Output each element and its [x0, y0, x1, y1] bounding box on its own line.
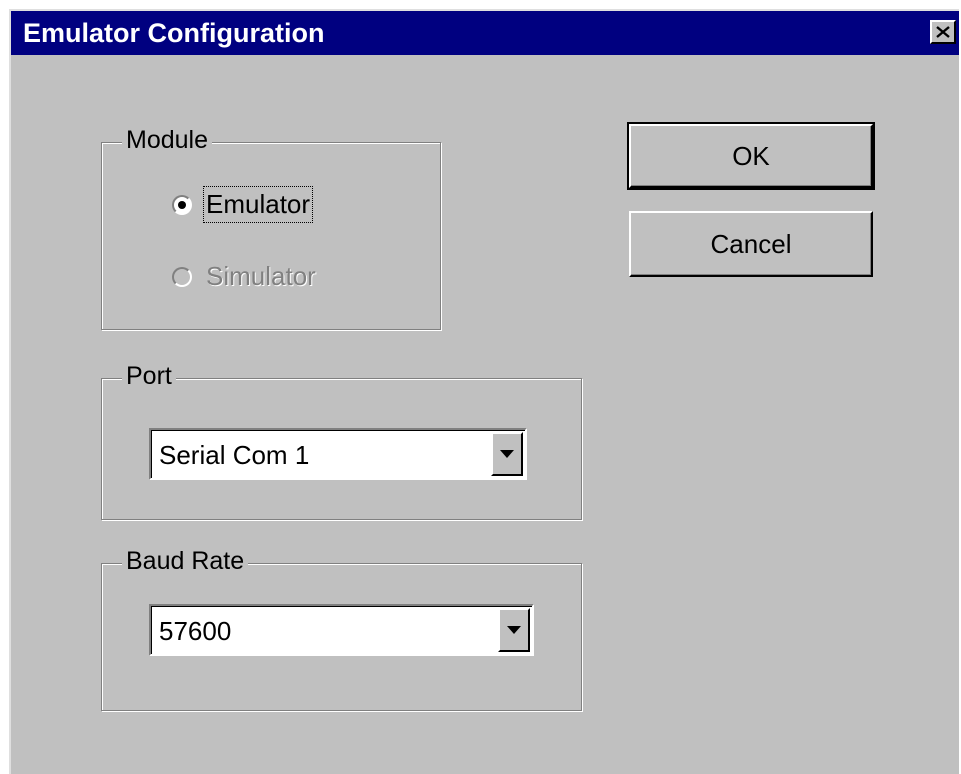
- baud-rate-selected-value: 57600: [159, 616, 232, 646]
- chevron-down-icon: [507, 626, 521, 634]
- radio-label-simulator: Simulator: [206, 261, 316, 291]
- baud-rate-select[interactable]: 57600: [149, 604, 534, 656]
- radio-button-simulator: [172, 266, 192, 287]
- cancel-button[interactable]: Cancel: [629, 211, 873, 277]
- baud-rate-dropdown-button[interactable]: [498, 608, 530, 652]
- radio-button-emulator[interactable]: [172, 194, 192, 215]
- port-selected-value: Serial Com 1: [159, 440, 310, 470]
- title-bar[interactable]: Emulator Configuration: [11, 11, 959, 55]
- baud-rate-legend: Baud Rate: [122, 546, 249, 576]
- port-select[interactable]: Serial Com 1: [149, 428, 527, 480]
- baud-rate-group: Baud Rate 57600: [101, 546, 582, 711]
- port-legend: Port: [122, 361, 176, 391]
- port-dropdown-button[interactable]: [491, 432, 523, 476]
- ok-button[interactable]: OK: [627, 122, 875, 190]
- radio-emulator[interactable]: Emulator: [172, 186, 314, 223]
- radio-simulator: Simulator: [172, 261, 316, 292]
- window-title: Emulator Configuration: [23, 18, 325, 48]
- module-legend: Module: [122, 125, 212, 155]
- close-button[interactable]: [930, 20, 956, 44]
- emulator-configuration-dialog: Emulator Configuration Module Emulator S…: [9, 9, 959, 774]
- close-icon: [936, 26, 950, 38]
- chevron-down-icon: [500, 450, 514, 458]
- radio-label-emulator[interactable]: Emulator: [202, 186, 314, 223]
- module-group: Module Emulator Simulator: [101, 125, 441, 330]
- port-group: Port Serial Com 1: [101, 361, 582, 520]
